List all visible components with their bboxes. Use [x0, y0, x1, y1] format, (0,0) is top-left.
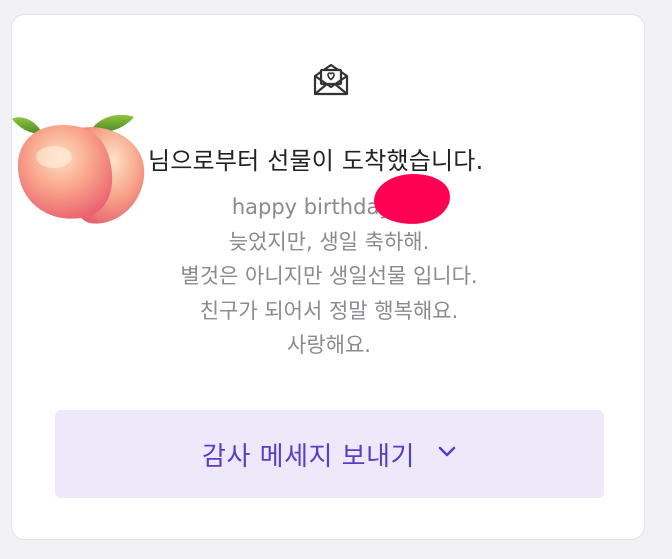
gift-title: 님으로부터 선물이 도착했습니다. [148, 147, 484, 175]
gift-message: happy birthday 씨! 늦었지만, 생일 축하해. 별것은 아니지만… [52, 190, 606, 363]
message-line: 사랑해요. [287, 333, 371, 357]
gift-message-card: 님으로부터 선물이 도착했습니다. happy birthday 씨! 늦었지만… [11, 14, 645, 540]
chevron-down-icon [438, 446, 456, 457]
message-line: 별것은 아니지만 생일선물 입니다. [180, 264, 478, 288]
message-line: happy birthday 씨! [231, 195, 427, 219]
send-thanks-label: 감사 메세지 보내기 [202, 441, 415, 472]
send-thanks-button[interactable]: 감사 메세지 보내기 [55, 410, 604, 498]
message-line: 늦었지만, 생일 축하해. [228, 229, 430, 254]
envelope-heart-icon [313, 63, 349, 96]
message-line: 친구가 되어서 정말 행복해요. [199, 298, 459, 323]
